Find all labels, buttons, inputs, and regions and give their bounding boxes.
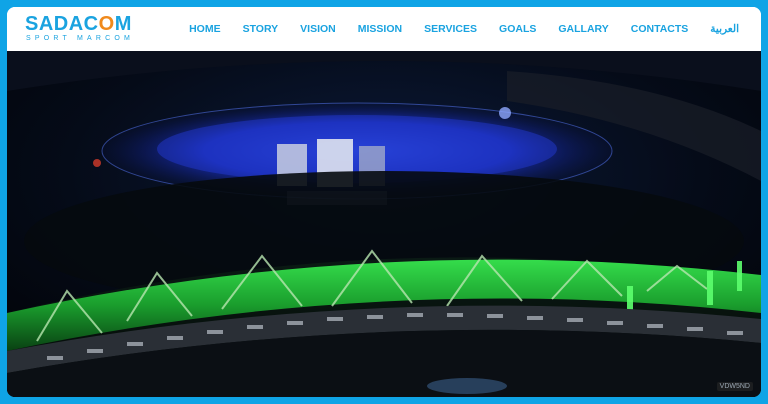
- nav-language-arabic[interactable]: العربية: [710, 23, 739, 35]
- logo-text-part1: SADAC: [25, 13, 99, 35]
- site-header: SADACOM SPORT MARCOM HOME STORY VISION M…: [7, 7, 761, 51]
- logo-wordmark: SADACOM: [25, 13, 132, 35]
- logo-text-part3: M: [114, 13, 132, 35]
- nav-vision[interactable]: VISION: [300, 23, 336, 35]
- video-watermark: VDW5ND: [716, 382, 753, 391]
- nav-story[interactable]: STORY: [243, 23, 279, 35]
- page-container: SADACOM SPORT MARCOM HOME STORY VISION M…: [7, 7, 761, 397]
- nav-services[interactable]: SERVICES: [424, 23, 477, 35]
- nav-mission[interactable]: MISSION: [358, 23, 402, 35]
- hero-video[interactable]: VDW5ND: [7, 51, 761, 397]
- nav-home[interactable]: HOME: [189, 23, 221, 35]
- nav-goals[interactable]: GOALS: [499, 23, 536, 35]
- site-logo[interactable]: SADACOM SPORT MARCOM: [25, 13, 165, 49]
- stadium-video-image: [7, 51, 761, 397]
- logo-text-part2: O: [98, 13, 115, 35]
- page-frame: SADACOM SPORT MARCOM HOME STORY VISION M…: [0, 0, 768, 404]
- main-navigation: HOME STORY VISION MISSION SERVICES GOALS…: [189, 7, 739, 51]
- nav-contacts[interactable]: CONTACTS: [631, 23, 689, 35]
- logo-tagline: SPORT MARCOM: [26, 35, 135, 42]
- nav-gallary[interactable]: GALLARY: [558, 23, 608, 35]
